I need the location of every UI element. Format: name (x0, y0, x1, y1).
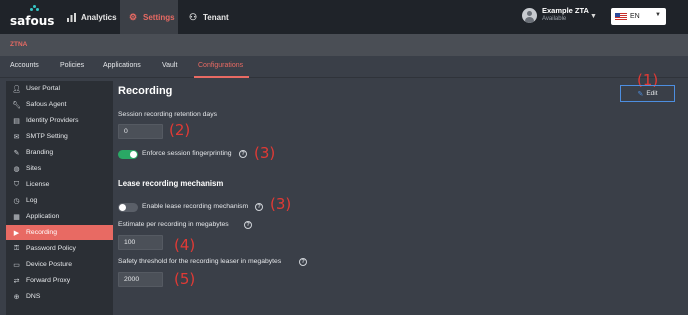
sidebar-item-label: Device Posture (26, 261, 73, 268)
proxy-icon: ⇄ (13, 277, 20, 285)
key-icon: ⚿ (13, 244, 20, 252)
shield-icon: ⛉ (13, 180, 20, 188)
sidebar-item-license[interactable]: ⛉ License (6, 177, 113, 192)
sidebar-item-label: License (26, 181, 50, 188)
retention-days-label: Session recording retention days (118, 111, 217, 118)
nav-tab-analytics[interactable]: Analytics (58, 0, 120, 34)
sidebar-item-label: Branding (26, 149, 54, 156)
annotation-2: (2) (169, 121, 191, 139)
sidebar-item-label: Safous Agent (26, 101, 67, 108)
wrench-icon: 🔧︎ (12, 101, 21, 109)
help-icon[interactable]: ? (299, 258, 307, 266)
sidebar-item-sites[interactable]: ◍ Sites (6, 161, 113, 176)
pencil-icon: ✎ (637, 90, 644, 98)
annotation-3b: (3) (270, 195, 292, 213)
logo-dots-icon (30, 5, 40, 12)
edit-button-label: Edit (646, 90, 658, 97)
brand-name: safous (10, 14, 55, 28)
annotation-5: (5) (174, 270, 196, 288)
nav-tab-label: Analytics (81, 12, 117, 22)
device-icon: ▭ (13, 261, 20, 269)
top-navigation-bar: safous Analytics ⚙ Settings ⚇ Tenant Exa… (0, 0, 688, 34)
log-icon: ◷ (13, 197, 20, 205)
sidebar-item-label: Sites (26, 165, 42, 172)
id-card-icon: ▤ (13, 117, 20, 125)
lease-recording-heading: Lease recording mechanism (118, 179, 224, 188)
retention-days-input[interactable] (118, 124, 163, 139)
user-menu[interactable]: Example ZTA Available (522, 6, 589, 24)
sidebar-item-label: User Portal (26, 85, 60, 92)
dns-icon: ⊕ (13, 293, 20, 301)
help-icon[interactable]: ? (239, 150, 247, 158)
sidebar-item-dns[interactable]: ⊕ DNS (6, 289, 113, 304)
threshold-input[interactable] (118, 272, 163, 287)
sidebar-item-label: Log (26, 197, 38, 204)
estimate-label: Estimate per recording in megabytes (118, 221, 229, 228)
tab-configurations[interactable]: Configurations (198, 62, 243, 69)
sidebar-item-label: Forward Proxy (26, 277, 71, 284)
sidebar-item-smtp-setting[interactable]: ✉ SMTP Setting (6, 129, 113, 144)
sidebar-item-label: SMTP Setting (26, 133, 68, 140)
sidebar-item-application[interactable]: ▦ Application (6, 209, 113, 224)
sidebar-item-label: Application (26, 213, 60, 220)
fingerprint-label: Enforce session fingerprinting (142, 150, 232, 157)
annotation-4: (4) (174, 236, 196, 254)
analytics-icon (66, 12, 76, 22)
main-content: Recording (1) ✎ Edit Session recording r… (113, 71, 688, 315)
help-icon[interactable]: ? (255, 203, 263, 211)
tab-vault[interactable]: Vault (162, 62, 177, 69)
language-select[interactable]: EN ▼ (611, 8, 666, 25)
user-status: Available (542, 16, 567, 22)
nav-tab-tenant[interactable]: ⚇ Tenant (180, 0, 240, 34)
nav-tab-label: Tenant (203, 12, 229, 22)
language-code: EN (630, 13, 640, 20)
mail-icon: ✉ (13, 133, 20, 141)
sidebar-item-forward-proxy[interactable]: ⇄ Forward Proxy (6, 273, 113, 288)
sidebar-item-log[interactable]: ◷ Log (6, 193, 113, 208)
threshold-label: Safety threshold for the recording lease… (118, 258, 282, 265)
sidebar-item-device-posture[interactable]: ▭ Device Posture (6, 257, 113, 272)
user-chevron-down-icon[interactable]: ▼ (590, 13, 597, 20)
section-title: ZTNA (10, 41, 28, 48)
nav-tab-label: Settings (143, 12, 175, 22)
sidebar-item-user-portal[interactable]: 👤︎ User Portal (6, 81, 113, 96)
sidebar-item-password-policy[interactable]: ⚿ Password Policy (6, 241, 113, 256)
gear-icon: ⚙ (128, 11, 138, 22)
safous-logo[interactable]: safous (10, 5, 55, 28)
sidebar-item-branding[interactable]: ✎ Branding (6, 145, 113, 160)
page-title: Recording (118, 85, 173, 97)
lease-recording-toggle[interactable] (118, 203, 138, 212)
fingerprint-toggle[interactable] (118, 150, 138, 159)
sidebar-item-identity-providers[interactable]: ▤ Identity Providers (6, 113, 113, 128)
sub-tabs: Accounts Policies Applications Vault Con… (0, 56, 688, 78)
sidebar-item-label: Recording (26, 229, 57, 236)
sidebar-item-recording[interactable]: ▶ Recording (6, 225, 113, 240)
brush-icon: ✎ (13, 149, 20, 157)
tab-accounts[interactable]: Accounts (10, 62, 39, 69)
sidebar-item-label: Identity Providers (26, 117, 79, 124)
globe-icon: ◍ (13, 165, 20, 173)
lease-recording-label: Enable lease recording mechanism (142, 203, 249, 210)
sidebar: 👤︎ User Portal 🔧︎ Safous Agent ▤ Identity P… (6, 81, 113, 315)
video-icon: ▶ (13, 229, 20, 237)
annotation-3: (3) (254, 144, 276, 162)
estimate-input[interactable] (118, 235, 163, 250)
chevron-down-icon: ▼ (655, 12, 661, 18)
section-bar: ZTNA (0, 34, 688, 56)
us-flag-icon (615, 12, 627, 21)
user-name: Example ZTA (542, 6, 589, 15)
edit-button[interactable]: ✎ Edit (620, 85, 675, 102)
sidebar-item-label: Password Policy (26, 245, 76, 252)
app-icon: ▦ (13, 213, 20, 221)
avatar (522, 7, 537, 23)
sidebar-item-safous-agent[interactable]: 🔧︎ Safous Agent (6, 97, 113, 112)
nav-tab-settings[interactable]: ⚙ Settings (120, 0, 178, 34)
help-icon[interactable]: ? (244, 221, 252, 229)
tab-policies[interactable]: Policies (60, 62, 84, 69)
user-icon: 👤︎ (12, 85, 21, 93)
tenant-icon: ⚇ (188, 11, 198, 22)
tab-applications[interactable]: Applications (103, 62, 141, 69)
sidebar-item-label: DNS (26, 293, 41, 300)
